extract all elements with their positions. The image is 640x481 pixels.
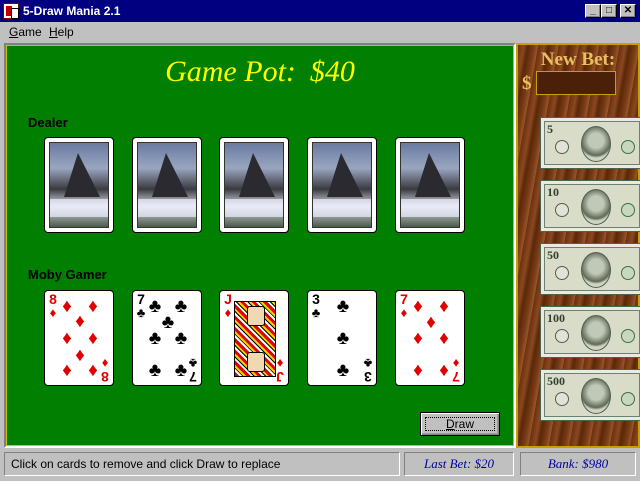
card-corner: J ♦	[224, 291, 232, 320]
card-back-art	[49, 142, 109, 228]
game-pot: Game Pot: $40	[6, 55, 514, 89]
seal-icon	[621, 203, 635, 217]
seal-icon	[555, 392, 569, 406]
portrait-icon	[581, 378, 611, 414]
jack-face-art	[234, 301, 276, 377]
dealer-card-5	[395, 137, 465, 233]
maximize-button[interactable]: □	[601, 4, 617, 18]
player-label: Moby Gamer	[28, 267, 107, 282]
seal-icon	[555, 140, 569, 154]
player-card-4[interactable]: 3 ♣ ♣ ♣ ♣ 3 ♣	[307, 290, 377, 386]
bill-denomination: 100	[547, 311, 565, 325]
seal-icon	[621, 392, 635, 406]
dealer-card-4	[307, 137, 377, 233]
card-back-art	[312, 142, 372, 228]
diamond-icon: ♦	[439, 328, 449, 349]
seal-icon	[621, 266, 635, 280]
bill-10[interactable]: 10	[540, 180, 640, 232]
player-card-2[interactable]: 7 ♣ ♣ ♣ ♣ ♣ ♣ ♣ ♣ 7 ♣	[132, 290, 202, 386]
bill-denomination: 10	[547, 185, 559, 199]
dealer-card-1	[44, 137, 114, 233]
bill-100[interactable]: 100	[540, 306, 640, 358]
card-back-art	[137, 142, 197, 228]
bill-denomination: 5	[547, 122, 553, 136]
seal-icon	[621, 140, 635, 154]
card-back-art	[224, 142, 284, 228]
card-corner: 3 ♣	[311, 291, 321, 320]
club-icon: ♣	[174, 328, 188, 349]
bet-panel: New Bet: $ 5 10 50 100 500	[516, 43, 640, 448]
card-corner: 3 ♣	[363, 356, 373, 385]
bill-denomination: 500	[547, 374, 565, 388]
club-icon: ♣	[336, 360, 350, 381]
bill-denomination: 50	[547, 248, 559, 262]
status-bar: Click on cards to remove and click Draw …	[0, 449, 640, 481]
card-back-art	[400, 142, 460, 228]
menu-help[interactable]: Help	[49, 25, 74, 39]
club-icon: ♣	[336, 328, 350, 349]
app-icon[interactable]	[3, 3, 19, 19]
portrait-icon	[581, 252, 611, 288]
card-corner: 7 ♣	[188, 356, 198, 385]
club-icon: ♣	[336, 296, 350, 317]
new-bet-input[interactable]	[536, 71, 616, 95]
seal-icon	[555, 266, 569, 280]
player-card-5[interactable]: 7 ♦ ♦ ♦ ♦ ♦ ♦ ♦ ♦ 7 ♦	[395, 290, 465, 386]
seal-icon	[555, 329, 569, 343]
dealer-label: Dealer	[28, 115, 68, 130]
card-corner: 7 ♦	[452, 356, 460, 385]
card-corner: 8 ♦	[101, 356, 109, 385]
card-corner: J ♦	[276, 356, 284, 385]
player-card-1[interactable]: 8 ♦ ♦ ♦ ♦ ♦ ♦ ♦ ♦ ♦ 8 ♦	[44, 290, 114, 386]
club-icon: ♣	[148, 328, 162, 349]
dollar-sign: $	[522, 73, 532, 94]
diamond-icon: ♦	[413, 328, 423, 349]
portrait-icon	[581, 126, 611, 162]
last-bet: Last Bet: $20	[404, 452, 514, 476]
minimize-button[interactable]: _	[585, 4, 601, 18]
seal-icon	[555, 203, 569, 217]
player-card-3[interactable]: J ♦ J ♦	[219, 290, 289, 386]
bill-5[interactable]: 5	[540, 117, 640, 169]
game-table: Game Pot: $40 Dealer Moby Gamer 8 ♦ ♦ ♦ ♦ …	[4, 43, 516, 448]
status-message: Click on cards to remove and click Draw …	[4, 452, 400, 476]
game-pot-label: Game Pot:	[165, 55, 296, 88]
seal-icon	[621, 329, 635, 343]
menu-game[interactable]: Game	[9, 25, 42, 39]
portrait-icon	[581, 189, 611, 225]
bill-50[interactable]: 50	[540, 243, 640, 295]
close-button[interactable]: ✕	[620, 4, 636, 18]
window-title: 5-Draw Mania 2.1	[23, 4, 121, 18]
bank-balance: Bank: $980	[520, 452, 636, 476]
title-bar: 5-Draw Mania 2.1 _ □ ✕	[0, 0, 640, 22]
club-icon: ♣	[148, 360, 162, 381]
menu-bar: Game Help	[0, 22, 640, 42]
game-pot-amount: $40	[309, 55, 355, 88]
dealer-card-2	[132, 137, 202, 233]
diamond-icon: ♦	[62, 360, 72, 381]
dealer-card-3	[219, 137, 289, 233]
portrait-icon	[581, 315, 611, 351]
diamond-icon: ♦	[413, 360, 423, 381]
bill-500[interactable]: 500	[540, 369, 640, 421]
draw-button[interactable]: Draw	[420, 412, 500, 436]
new-bet-label: New Bet:	[540, 49, 616, 70]
